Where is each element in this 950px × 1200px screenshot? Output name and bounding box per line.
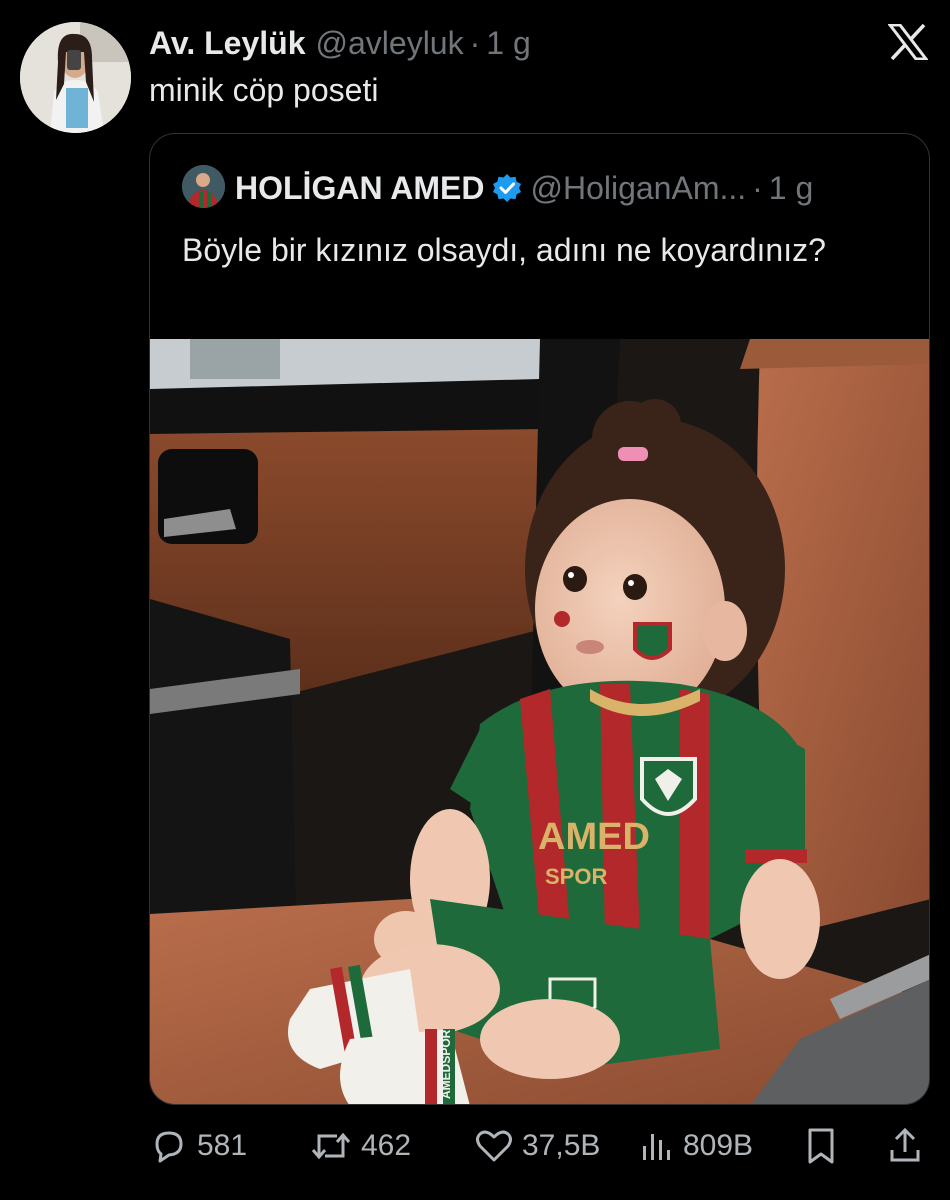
views-button[interactable]: 809B	[639, 1123, 753, 1169]
repost-button[interactable]: 462	[309, 1123, 411, 1169]
reply-icon	[155, 1131, 183, 1163]
team-avatar	[182, 165, 225, 208]
views-icon	[643, 1134, 670, 1160]
user-avatar-photo	[20, 22, 131, 133]
author-display-name[interactable]: Av. Leylük	[149, 25, 306, 62]
bookmark-button[interactable]	[804, 1123, 846, 1169]
like-button[interactable]: 37,5B	[474, 1123, 600, 1169]
share-button[interactable]	[887, 1123, 931, 1169]
share-icon	[890, 1127, 920, 1162]
quoted-separator-dot: ·	[752, 169, 763, 206]
quoted-tweet-photo[interactable]: AMED SPOR AMEDSPOR	[150, 339, 929, 1104]
tweet-text: minik cöp poseti	[149, 72, 379, 108]
reply-count: 581	[197, 1129, 248, 1162]
tweet-header: Av. Leylük @avleyluk · 1 g	[149, 24, 531, 62]
repost-count: 462	[361, 1129, 412, 1162]
author-handle[interactable]: @avleyluk	[316, 25, 464, 62]
bookmark-icon	[808, 1128, 834, 1164]
jersey-text-amed: AMED	[538, 816, 650, 858]
views-count: 809B	[683, 1129, 754, 1162]
sock-text: AMEDSPOR	[439, 1029, 453, 1099]
tweet-timestamp[interactable]: 1 g	[486, 25, 530, 62]
quoted-tweet-card[interactable]: HOLİGAN AMED @HoliganAm... · 1 g Böyle b…	[149, 133, 930, 1105]
quoted-author-display-name[interactable]: HOLİGAN AMED	[235, 170, 484, 207]
repost-icon	[311, 1132, 351, 1160]
quoted-tweet-timestamp[interactable]: 1 g	[769, 170, 813, 207]
jersey-text-spor: SPOR	[545, 864, 607, 889]
reply-button[interactable]: 581	[149, 1123, 247, 1169]
heart-icon	[476, 1130, 512, 1162]
like-count: 37,5B	[522, 1129, 601, 1162]
separator-dot: ·	[469, 24, 481, 61]
author-avatar[interactable]	[20, 22, 131, 133]
quoted-tweet-header: HOLİGAN AMED @HoliganAm... · 1 g	[235, 168, 813, 208]
quoted-tweet-text: Böyle bir kızınız olsaydı, adını ne koya…	[182, 232, 826, 268]
quoted-author-avatar[interactable]	[182, 165, 225, 208]
quoted-author-handle[interactable]: @HoliganAm...	[530, 170, 746, 207]
tweet-action-bar: 581 462 37,5B 809B	[149, 1123, 930, 1169]
x-logo-icon[interactable]	[886, 23, 930, 61]
verified-badge-icon	[492, 173, 522, 203]
photo-child-in-car: AMED SPOR AMEDSPOR	[150, 339, 929, 1104]
